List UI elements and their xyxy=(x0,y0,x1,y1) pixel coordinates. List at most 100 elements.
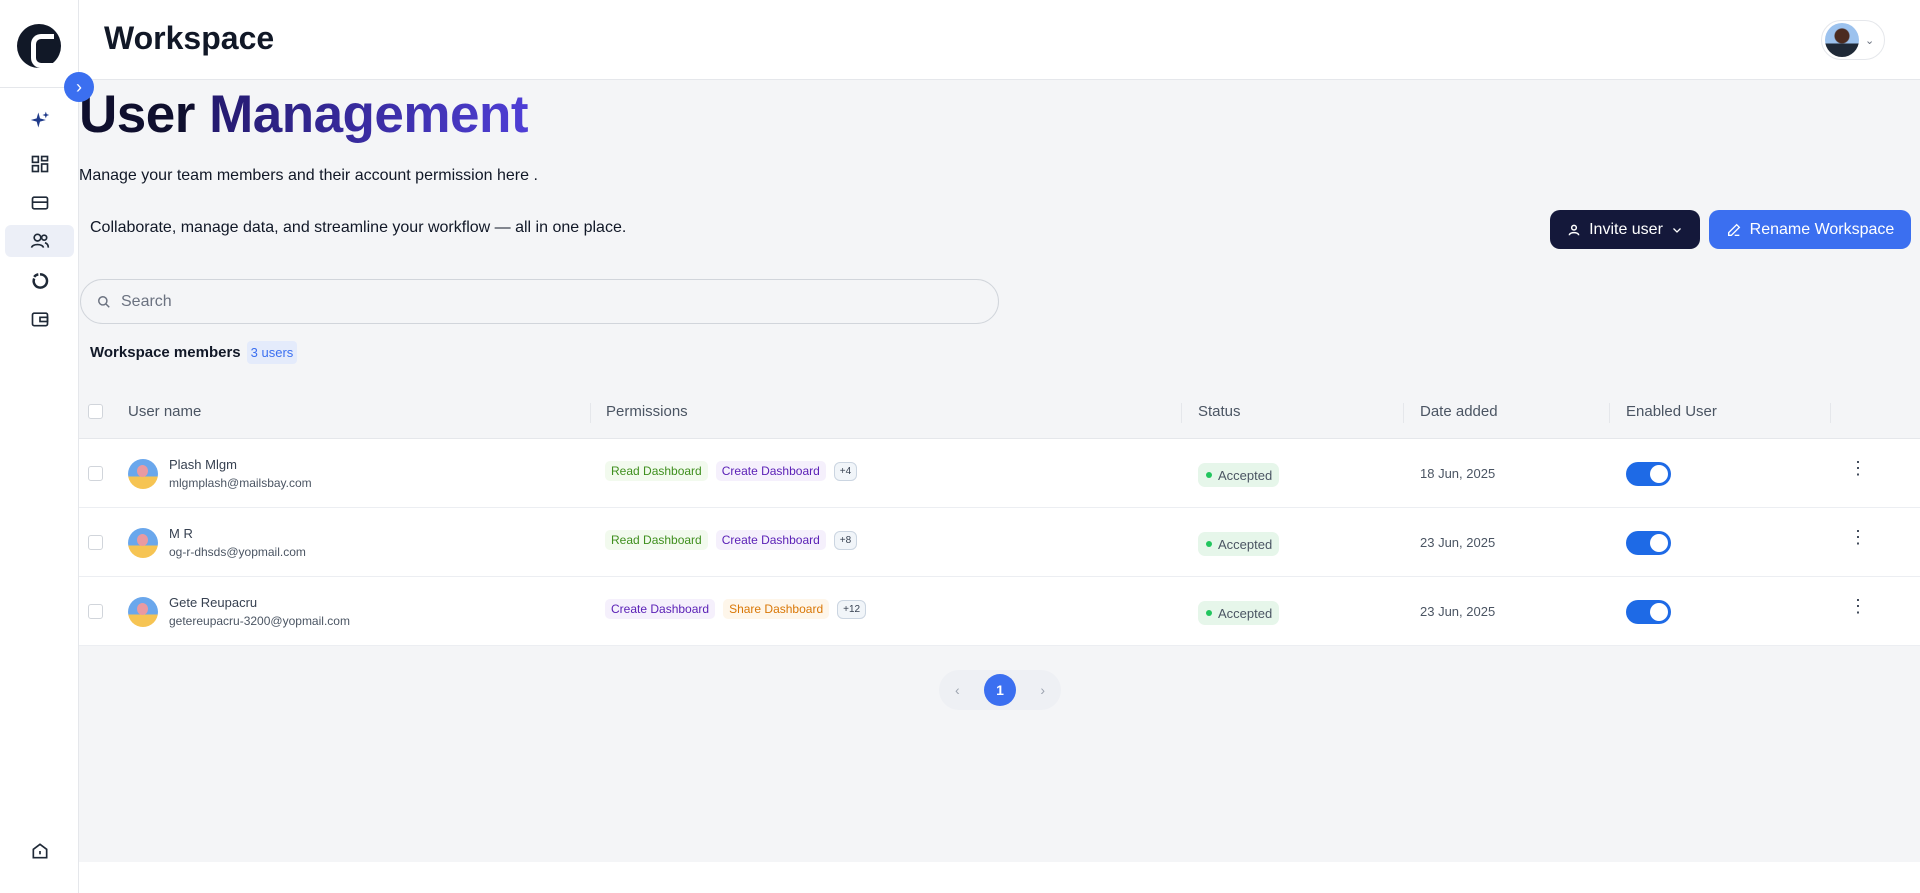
column-header-enabled: Enabled User xyxy=(1626,403,1717,420)
logo[interactable] xyxy=(17,24,61,68)
more-permissions-badge[interactable]: +12 xyxy=(837,599,867,619)
toggle-knob xyxy=(1650,534,1668,552)
user-icon xyxy=(1568,224,1580,235)
pencil-icon xyxy=(1727,223,1740,236)
page-subtitle: Manage your team members and their accou… xyxy=(79,167,538,184)
avatar xyxy=(1825,23,1859,57)
invite-user-label: Invite user xyxy=(1589,220,1663,238)
next-page-button[interactable]: › xyxy=(1040,682,1045,698)
avatar xyxy=(128,597,158,627)
enabled-user-toggle[interactable] xyxy=(1626,531,1671,555)
page-title: User Management xyxy=(79,85,529,144)
status-dot xyxy=(1206,610,1212,616)
user-email: getereupacru-3200@yopmail.com xyxy=(169,614,350,628)
pagination: ‹ 1 › xyxy=(939,670,1061,710)
search-icon xyxy=(98,295,110,308)
dashboard-grid-icon xyxy=(31,155,48,173)
user-name: M R xyxy=(169,526,193,541)
more-vertical-icon[interactable]: ⋮ xyxy=(1849,597,1867,615)
invite-user-button[interactable]: Invite user xyxy=(1550,210,1700,249)
column-divider xyxy=(1403,403,1404,423)
search-bar xyxy=(80,279,999,324)
prev-page-button[interactable]: ‹ xyxy=(955,682,960,698)
status-label: Accepted xyxy=(1218,467,1273,483)
more-permissions-badge[interactable]: +4 xyxy=(833,461,858,481)
status-label: Accepted xyxy=(1218,536,1273,552)
permission-tag: Create Dashboard xyxy=(605,599,716,619)
rename-workspace-label: Rename Workspace xyxy=(1749,220,1895,238)
card-icon xyxy=(31,196,48,210)
toggle-knob xyxy=(1650,465,1668,483)
permissions-list: Read Dashboard Create Dashboard +8 xyxy=(605,530,858,550)
toggle-knob xyxy=(1650,603,1668,621)
sidebar-item-billing[interactable] xyxy=(5,187,74,219)
search-input[interactable] xyxy=(121,292,981,311)
status-badge: Accepted xyxy=(1198,463,1280,487)
sidebar-item-ai[interactable] xyxy=(5,104,74,136)
status-label: Accepted xyxy=(1218,605,1273,621)
footer-strip xyxy=(79,862,1920,893)
column-header-status: Status xyxy=(1198,403,1241,420)
permission-tag: Create Dashboard xyxy=(715,461,826,481)
column-header-username: User name xyxy=(128,403,202,420)
sidebar-item-wallet[interactable] xyxy=(5,303,74,335)
more-vertical-icon[interactable]: ⋮ xyxy=(1849,459,1867,477)
page-title-part1: User xyxy=(79,85,210,144)
sidebar-item-users[interactable] xyxy=(5,225,74,257)
row-checkbox[interactable] xyxy=(88,466,103,481)
top-header: Workspace ⌄ xyxy=(79,0,1920,80)
more-permissions-badge[interactable]: +8 xyxy=(833,530,858,550)
column-divider xyxy=(1181,403,1182,423)
permission-tag: Read Dashboard xyxy=(605,530,708,550)
status-dot xyxy=(1206,472,1212,478)
table-row: Gete Reupacru getereupacru-3200@yopmail.… xyxy=(79,577,1920,646)
permissions-list: Read Dashboard Create Dashboard +4 xyxy=(605,461,858,481)
profile-menu-button[interactable]: ⌄ xyxy=(1821,20,1885,60)
avatar xyxy=(128,459,158,489)
table-header: User name Permissions Status Date added … xyxy=(79,385,1920,439)
avatar xyxy=(128,528,158,558)
sidebar xyxy=(0,0,79,893)
user-name: Plash Mlgm xyxy=(169,457,237,472)
home-icon xyxy=(32,843,47,859)
page-number-button[interactable]: 1 xyxy=(984,674,1016,706)
more-vertical-icon[interactable]: ⋮ xyxy=(1849,528,1867,546)
main-content: User Management Manage your team members… xyxy=(79,80,1920,862)
user-email: og-r-dhsds@yopmail.com xyxy=(169,545,306,559)
sparkle-icon xyxy=(30,111,49,128)
chevron-right-icon: › xyxy=(76,76,82,97)
permission-tag: Create Dashboard xyxy=(715,530,826,550)
sidebar-item-dashboards[interactable] xyxy=(5,148,74,180)
rename-workspace-button[interactable]: Rename Workspace xyxy=(1709,210,1911,249)
row-checkbox[interactable] xyxy=(88,535,103,550)
users-icon xyxy=(30,233,49,248)
enabled-user-toggle[interactable] xyxy=(1626,600,1671,624)
page-tagline: Collaborate, manage data, and streamline… xyxy=(90,219,627,236)
column-header-date: Date added xyxy=(1420,403,1498,420)
donut-chart-icon xyxy=(31,273,48,289)
user-email: mlgmplash@mailsbay.com xyxy=(169,476,312,490)
page-title-part2: Management xyxy=(209,85,529,144)
chevron-down-icon: ⌄ xyxy=(1865,34,1875,47)
table-row: M R og-r-dhsds@yopmail.com Read Dashboar… xyxy=(79,508,1920,577)
column-divider xyxy=(1609,403,1610,423)
members-table: User name Permissions Status Date added … xyxy=(79,385,1920,646)
workspace-members-header: Workspace members 3 users xyxy=(90,341,298,364)
column-divider xyxy=(1830,403,1831,423)
enabled-user-toggle[interactable] xyxy=(1626,462,1671,486)
permission-tag: Share Dashboard xyxy=(723,599,830,619)
column-header-permissions: Permissions xyxy=(606,403,688,420)
status-badge: Accepted xyxy=(1198,532,1280,556)
user-name: Gete Reupacru xyxy=(169,595,258,610)
workspace-members-label: Workspace members xyxy=(90,344,241,361)
select-all-checkbox[interactable] xyxy=(88,404,103,419)
permission-tag: Read Dashboard xyxy=(605,461,708,481)
table-row: Plash Mlgm mlgmplash@mailsbay.com Read D… xyxy=(79,439,1920,508)
row-checkbox[interactable] xyxy=(88,604,103,619)
date-added: 23 Jun, 2025 xyxy=(1420,604,1496,619)
sidebar-expand-button[interactable]: › xyxy=(64,72,94,102)
workspace-title: Workspace xyxy=(104,20,275,56)
sidebar-item-analytics[interactable] xyxy=(5,265,74,297)
wallet-icon xyxy=(31,312,48,327)
sidebar-item-home[interactable] xyxy=(5,835,74,867)
